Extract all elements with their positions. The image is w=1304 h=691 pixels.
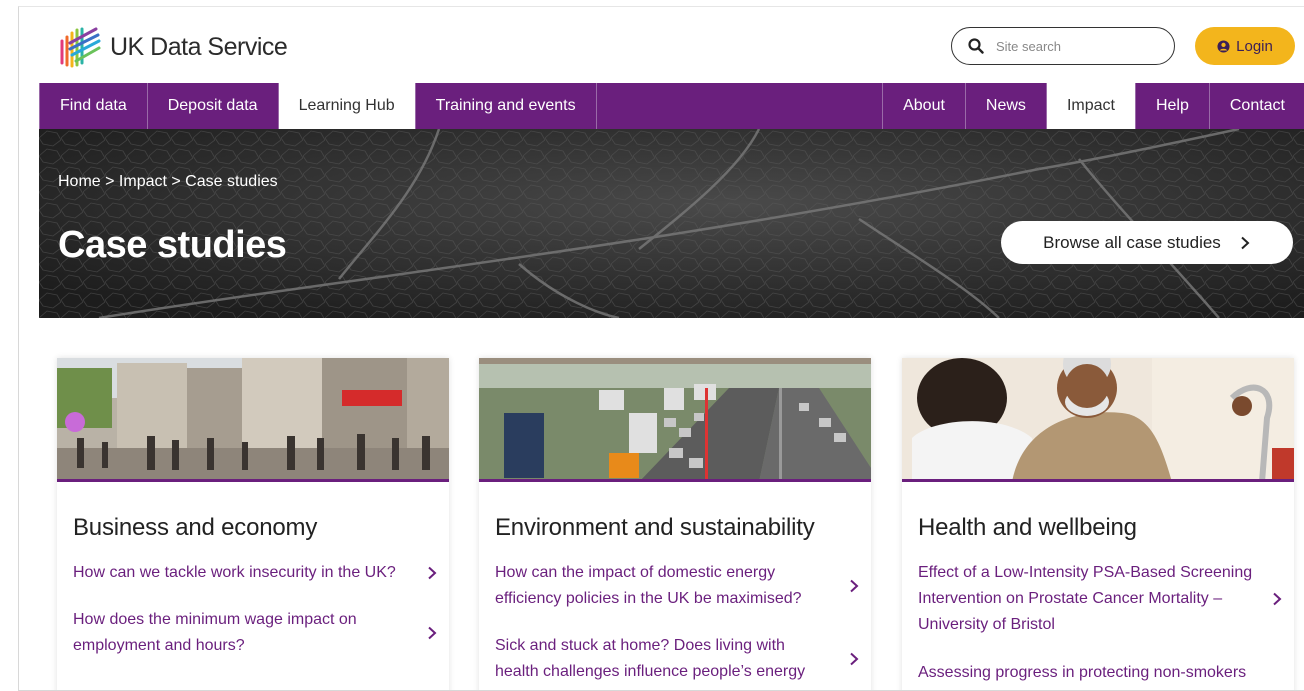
case-study-link[interactable]: How can the impact of domestic energy ef… [495, 560, 861, 612]
case-study-link-text: How can the impact of domestic energy ef… [495, 564, 802, 607]
chevron-right-icon [1273, 592, 1282, 606]
chevron-right-icon [850, 652, 859, 666]
case-study-link-text: Sick and stuck at home? Does living with… [495, 637, 806, 680]
nav-item-learning-hub[interactable]: Learning Hub [277, 83, 415, 129]
page-frame: UK Data Service Login Find data Deposit … [18, 6, 1304, 691]
chevron-right-icon [428, 626, 437, 640]
nav-item-about[interactable]: About [882, 83, 965, 129]
chevron-right-icon [850, 579, 859, 593]
main-navigation: Find data Deposit data Learning Hub Trai… [39, 83, 1304, 129]
browse-all-case-studies-button[interactable]: Browse all case studies [1001, 221, 1293, 264]
card-title: Health and wellbeing [918, 514, 1137, 541]
chevron-right-icon [1241, 236, 1250, 249]
search-icon [968, 38, 984, 54]
login-button[interactable]: Login [1195, 27, 1295, 65]
card-image-traffic [479, 358, 871, 482]
case-study-link[interactable]: Effect of a Low-Intensity PSA-Based Scre… [918, 560, 1284, 638]
nav-item-deposit-data[interactable]: Deposit data [146, 83, 278, 129]
site-header: UK Data Service Login [19, 7, 1304, 83]
hero-banner: Home > Impact > Case studies Case studie… [39, 129, 1304, 318]
nav-spacer [595, 83, 883, 129]
site-logo[interactable]: UK Data Service [56, 23, 288, 71]
site-search-box[interactable] [951, 27, 1175, 65]
search-input[interactable] [996, 38, 1156, 54]
motorway-traffic-image [479, 358, 871, 479]
nav-item-contact[interactable]: Contact [1208, 83, 1304, 129]
nav-item-impact[interactable]: Impact [1045, 83, 1135, 129]
case-study-link-text: How does the minimum wage impact on empl… [73, 611, 357, 654]
nav-item-training-and-events[interactable]: Training and events [414, 83, 596, 129]
nav-right-group: About News Impact Help Contact [882, 83, 1304, 129]
chevron-right-icon [428, 566, 437, 580]
case-study-link[interactable]: How can we tackle work insecurity in the… [73, 560, 439, 586]
nav-item-news[interactable]: News [964, 83, 1046, 129]
case-study-link[interactable]: How does the minimum wage impact on empl… [73, 607, 439, 659]
nav-left-group: Find data Deposit data Learning Hub Trai… [39, 83, 596, 129]
logo-mark-icon [60, 27, 101, 68]
doctor-patient-image [902, 358, 1294, 479]
brand-name: UK Data Service [110, 32, 288, 61]
case-study-card-business: Business and economy How can we tackle w… [57, 358, 449, 690]
case-study-link[interactable]: Sick and stuck at home? Does living with… [495, 633, 861, 685]
card-image-street [57, 358, 449, 482]
page-title: Case studies [58, 224, 287, 266]
browse-label: Browse all case studies [1043, 232, 1221, 252]
login-label: Login [1236, 37, 1273, 55]
breadcrumb[interactable]: Home > Impact > Case studies [58, 173, 278, 191]
nav-item-help[interactable]: Help [1134, 83, 1209, 129]
street-scene-image [57, 358, 449, 479]
card-title: Business and economy [73, 514, 318, 541]
nav-item-find-data[interactable]: Find data [39, 83, 147, 129]
card-image-clinic [902, 358, 1294, 482]
case-study-link[interactable]: Assessing progress in protecting non-smo… [918, 660, 1284, 686]
case-study-link-text: Effect of a Low-Intensity PSA-Based Scre… [918, 564, 1253, 633]
case-study-link-text: Assessing progress in protecting non-smo… [918, 664, 1247, 681]
user-circle-icon [1217, 39, 1230, 53]
case-study-card-health: Health and wellbeing Effect of a Low-Int… [902, 358, 1294, 690]
case-study-link-text: How can we tackle work insecurity in the… [73, 564, 396, 581]
card-title: Environment and sustainability [495, 514, 815, 541]
case-study-card-environment: Environment and sustainability How can t… [479, 358, 871, 690]
